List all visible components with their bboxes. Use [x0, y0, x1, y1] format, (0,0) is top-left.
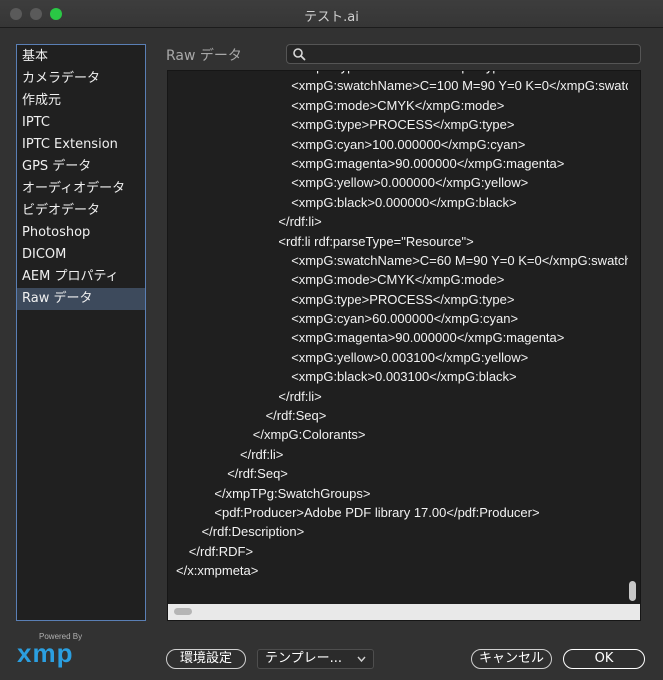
code-line: <xmpG:yellow>0.000000</xmpG:yellow>	[291, 175, 529, 191]
search-input[interactable]	[286, 44, 641, 64]
template-select[interactable]: テンプレー...	[257, 649, 374, 669]
sidebar-item[interactable]: AEM プロパティ	[17, 266, 145, 288]
window-title: テスト.ai	[304, 10, 359, 25]
search-icon	[293, 48, 306, 61]
code-line: <xmpG:yellow>0.003100</xmpG:yellow>	[291, 349, 529, 365]
code-line: <xmpG:black>0.003100</xmpG:black>	[291, 369, 517, 385]
code-line: <xmpG:swatchName>C=100 M=90 Y=0 K=0</xmp…	[291, 78, 628, 94]
sidebar-item[interactable]: IPTC	[17, 112, 145, 134]
code-line: <xmpG:type>PROCESS</xmpG:type>	[291, 117, 515, 133]
code-line: </rdf:Description>	[201, 524, 305, 540]
code-line: </rdf:Seq>	[227, 466, 288, 482]
cancel-button[interactable]: キャンセル	[471, 649, 552, 669]
sidebar-item[interactable]: Photoshop	[17, 222, 145, 244]
code-line: <xmpG:swatchName>C=60 M=90 Y=0 K=0</xmpG…	[291, 252, 628, 268]
code-line: </xmpTPg:SwatchGroups>	[214, 485, 371, 501]
category-list: 基本 カメラデータ 作成元 IPTC IPTC Extension GPS データ オーディ…	[16, 44, 146, 621]
sidebar-item[interactable]: ビデオデータ	[17, 200, 145, 222]
code-line: </rdf:li>	[278, 214, 322, 230]
sidebar-item[interactable]: オーディオデータ	[17, 178, 145, 200]
panel-title: Raw データ	[166, 48, 242, 64]
title-bar: テスト.ai	[0, 0, 663, 28]
template-select-label: テンプレー...	[265, 651, 343, 666]
sidebar-item[interactable]: GPS データ	[17, 156, 145, 178]
code-line: <xmpG:cyan>100.000000</xmpG:cyan>	[291, 136, 526, 152]
code-line: </rdf:RDF>	[188, 543, 254, 559]
code-line: </x:xmpmeta>	[176, 563, 259, 579]
ok-button[interactable]: OK	[563, 649, 645, 669]
sidebar-item[interactable]: 基本	[17, 46, 145, 68]
code-line: <pdf:Producer>Adobe PDF library 17.00</p…	[214, 504, 540, 520]
code-line: <xmpG:mode>CMYK</xmpG:mode>	[291, 272, 505, 288]
sidebar-item[interactable]: カメラデータ	[17, 68, 145, 90]
code-line: <xmpG:magenta>90.000000</xmpG:magenta>	[291, 330, 565, 346]
sidebar-item[interactable]: Raw データ	[17, 288, 145, 310]
sidebar-item[interactable]: IPTC Extension	[17, 134, 145, 156]
chevron-down-icon	[357, 656, 366, 663]
code-line: </xmpG:Colorants>	[252, 427, 366, 443]
raw-data-view[interactable]: <xmpG:type>PROCESS</xmpG:type> <xmpG:swat…	[167, 70, 641, 621]
code-line: <xmpG:type>PROCESS</xmpG:type>	[291, 291, 515, 307]
code-line: <xmpG:black>0.000000</xmpG:black>	[291, 194, 517, 210]
sidebar-item[interactable]: 作成元	[17, 90, 145, 112]
xmp-brand-text: xmp	[17, 638, 74, 668]
code-line: </rdf:Seq>	[265, 408, 327, 424]
code-line: <xmpG:cyan>60.000000</xmpG:cyan>	[291, 311, 519, 327]
preferences-button[interactable]: 環境設定	[166, 649, 246, 669]
vertical-scrollbar[interactable]	[629, 581, 636, 601]
code-line: <rdf:li rdf:parseType="Resource">	[278, 233, 474, 249]
code-line: </rdf:li>	[278, 388, 322, 404]
code-line: <xmpG:magenta>90.000000</xmpG:magenta>	[291, 155, 565, 171]
horizontal-scrollbar-track	[168, 604, 640, 620]
xmp-logo: Powered By xmp	[17, 632, 87, 668]
horizontal-scrollbar[interactable]	[174, 608, 192, 615]
sidebar-item[interactable]: DICOM	[17, 244, 145, 266]
code-line: </rdf:li>	[240, 446, 284, 462]
code-line: <xmpG:mode>CMYK</xmpG:mode>	[291, 97, 505, 113]
